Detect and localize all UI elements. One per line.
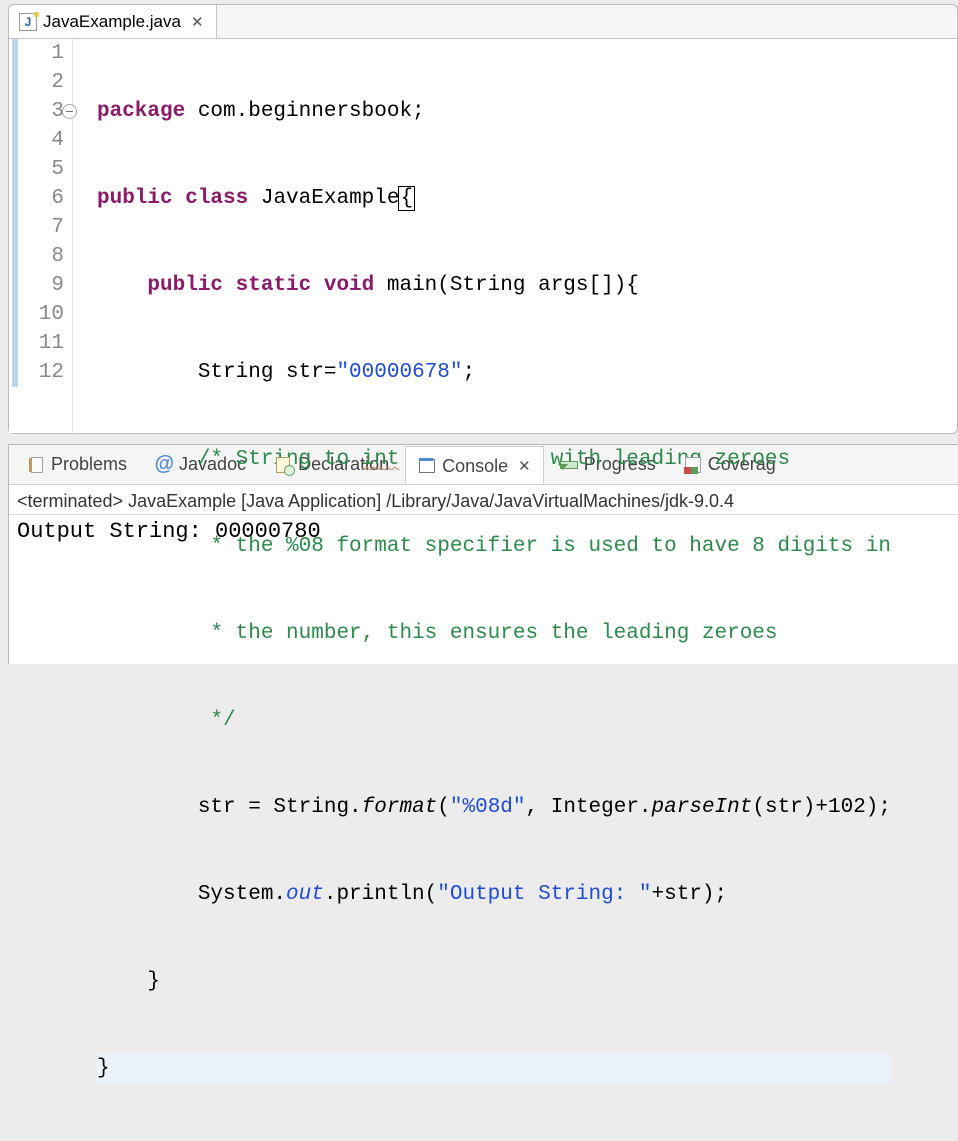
line-number-gutter: 1 2 3 4 5 6 7 8 9 10 11 12 <box>21 39 73 433</box>
line-number: 3 <box>21 97 64 126</box>
line-number: 4 <box>21 126 64 155</box>
code-line[interactable]: package com.beginnersbook; <box>97 97 891 126</box>
problems-icon <box>27 456 45 474</box>
console-icon <box>418 457 436 475</box>
code-line[interactable]: public class JavaExample{ <box>97 184 891 213</box>
line-number: 7 <box>21 213 64 242</box>
declaration-icon <box>274 456 292 474</box>
line-number: 12 <box>21 358 64 387</box>
line-number: 1 <box>21 39 64 68</box>
tab-console[interactable]: Console ✕ <box>405 446 544 485</box>
code-line[interactable]: */ <box>97 706 891 735</box>
file-tab-javaexample[interactable]: J JavaExample.java ✕ <box>9 5 217 38</box>
cursor-caret: { <box>398 186 415 211</box>
line-number: 2 <box>21 68 64 97</box>
line-number: 8 <box>21 242 64 271</box>
code-line[interactable]: * the number, this ensures the leading z… <box>97 619 891 648</box>
fold-toggle-icon[interactable] <box>62 104 77 119</box>
editor-tab-bar: J JavaExample.java ✕ <box>9 5 957 39</box>
line-number: 5 <box>21 155 64 184</box>
line-number: 10 <box>21 300 64 329</box>
close-icon[interactable]: ✕ <box>518 457 531 475</box>
code-line[interactable]: } <box>97 967 891 996</box>
code-lines[interactable]: package com.beginnersbook; public class … <box>73 39 891 433</box>
line-number: 6 <box>21 184 64 213</box>
editor-panel: J JavaExample.java ✕ 1 2 3 4 5 6 7 8 9 1… <box>8 4 958 434</box>
line-number: 9 <box>21 271 64 300</box>
file-tab-label: JavaExample.java <box>43 12 181 32</box>
coverage-icon <box>684 456 702 474</box>
code-line[interactable]: } <box>97 1054 891 1083</box>
java-file-icon: J <box>19 13 37 31</box>
code-line[interactable]: public static void main(String args[]){ <box>97 271 891 300</box>
tab-label: Console <box>442 456 508 477</box>
dirty-marker-column <box>9 39 21 433</box>
code-line[interactable]: String str="00000678"; <box>97 358 891 387</box>
code-area[interactable]: 1 2 3 4 5 6 7 8 9 10 11 12 package com.b… <box>9 39 957 433</box>
code-line[interactable]: str = String.format("%08d", Integer.pars… <box>97 793 891 822</box>
code-line[interactable]: * the %08 format specifier is used to ha… <box>97 532 891 561</box>
line-number: 11 <box>21 329 64 358</box>
close-icon[interactable]: ✕ <box>191 13 204 31</box>
code-line[interactable]: System.out.println("Output String: "+str… <box>97 880 891 909</box>
progress-icon <box>560 456 578 474</box>
